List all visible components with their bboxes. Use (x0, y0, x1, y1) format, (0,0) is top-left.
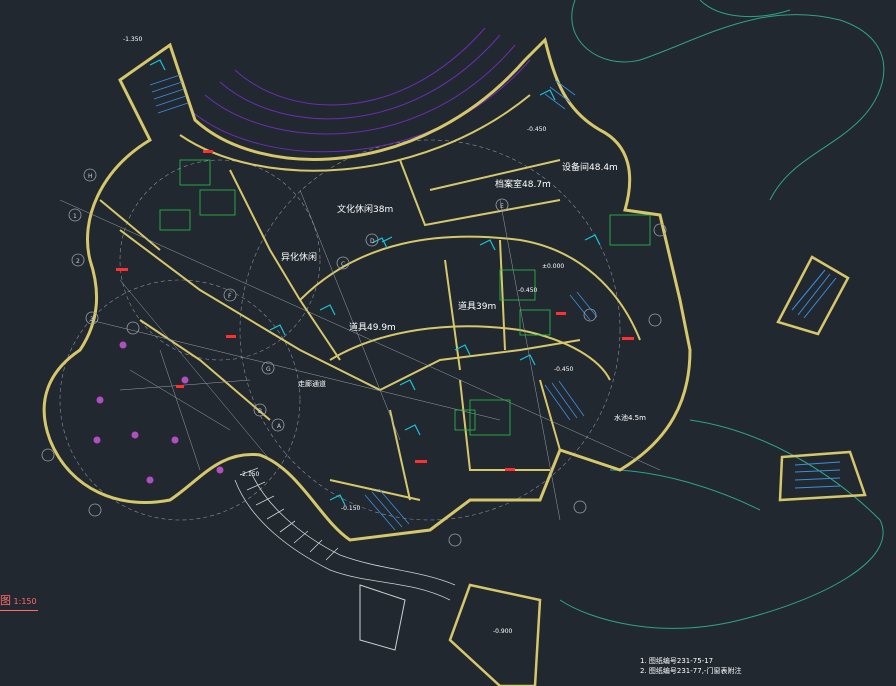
level-mark: -0.900 (493, 628, 513, 635)
grid-tag: D (370, 238, 375, 245)
red-annotations (116, 150, 634, 471)
annex-lower (359, 583, 542, 686)
floor-plan-drawing: 文化休闲38m 档案室48.7m 设备间48.4m 异化休闲 道具49.9m 道… (41, 0, 885, 686)
structural-grid (59, 189, 661, 521)
grid-tag: E (500, 203, 504, 210)
elevation-marks: -1.350 -0.450 -0.450 ±0.000 -2.150 -0.15… (123, 36, 574, 635)
level-mark: -0.450 (518, 287, 538, 294)
drawing-notes: 1. 图纸编号231-75-17 2. 图纸编号231-77,-门窗表附注 (640, 656, 890, 676)
note-line: 1. 图纸编号231-75-17 (640, 657, 714, 665)
room-label-office: 异化休闲 (281, 251, 317, 263)
room-label-storage: 设备间48.4m (562, 161, 618, 173)
room-label-archive: 档案室48.7m (495, 178, 551, 190)
interior-stairs (149, 74, 598, 531)
level-mark: -2.150 (240, 471, 260, 478)
stair-block-right-lower (778, 450, 867, 502)
level-mark: -0.450 (554, 366, 574, 373)
canopy-arc (189, 27, 531, 153)
room-label-corridor: 走廊通道 (298, 379, 326, 388)
interior-walls (99, 94, 641, 501)
reference-circles (59, 139, 621, 521)
site-boundary (559, 0, 885, 629)
scale-prefix: 图 (0, 594, 11, 607)
level-mark: -0.150 (341, 505, 361, 512)
curved-stair (234, 467, 456, 601)
room-label-water: 水池4.5m (614, 413, 646, 422)
grid-tag: A (277, 423, 282, 430)
grid-tag: F (228, 293, 232, 300)
grid-tag: G (266, 366, 271, 373)
room-label-library: 道具39m (458, 300, 496, 312)
level-mark: -1.350 (123, 36, 143, 43)
drawing-scale: 图 1:150 (0, 592, 38, 611)
room-label-lounge: 道具49.9m (349, 321, 396, 333)
grid-tag: C (341, 261, 345, 268)
level-mark: ±0.000 (542, 263, 564, 270)
grid-tag: 3 (90, 316, 94, 323)
scale-value: 1:150 (13, 597, 37, 606)
stair-block-right-upper (776, 255, 850, 336)
room-labels: 文化休闲38m 档案室48.7m 设备间48.4m 异化休闲 道具49.9m 道… (281, 161, 646, 422)
grid-tag: B (258, 408, 262, 415)
room-fixtures (159, 159, 651, 436)
grid-tag: H (88, 173, 93, 180)
level-mark: -0.450 (527, 126, 547, 133)
note-line: 2. 图纸编号231-77,-门窗表附注 (640, 667, 742, 675)
room-label-hall: 文化休闲38m (337, 203, 393, 215)
grid-tag: 1 (73, 213, 77, 220)
grid-tags (41, 168, 667, 547)
grid-tag: 2 (76, 258, 80, 265)
